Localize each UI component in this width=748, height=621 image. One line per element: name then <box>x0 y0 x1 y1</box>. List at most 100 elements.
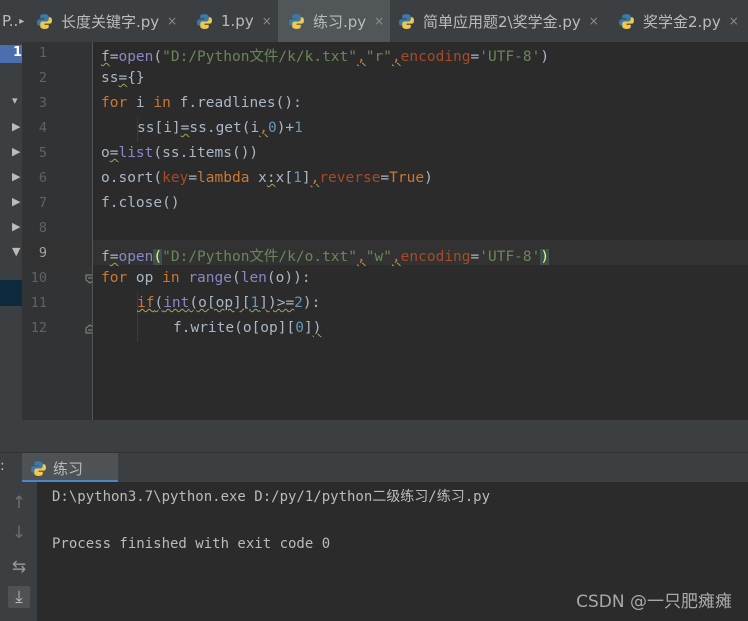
expand-arrow-icon[interactable]: ▶ <box>12 220 20 233</box>
python-file-icon <box>289 13 304 29</box>
token: 1 <box>294 120 303 136</box>
python-file-icon <box>197 13 212 29</box>
token: , <box>391 249 401 265</box>
code-line-4[interactable]: ss[i]=ss.get(i,0)+1 <box>137 120 303 136</box>
tab-length-keyword[interactable]: 长度关键字.py × <box>30 0 190 42</box>
expand-arrow-icon[interactable]: ▶ <box>12 195 20 208</box>
watermark-text: CSDN @一只肥瘫瘫 <box>576 592 732 612</box>
line-number: 1 <box>38 45 47 61</box>
code-line-3[interactable]: for i in f.readlines(): <box>101 95 302 111</box>
code-line-9[interactable]: f=open("D:/Python文件/k/o.txt","w",encodin… <box>101 245 550 266</box>
run-side-label: : <box>0 458 5 474</box>
tab-label: 1.py <box>221 12 254 30</box>
tab-1-py[interactable]: 1.py × <box>190 0 278 42</box>
token: key <box>162 170 189 186</box>
line-number: 7 <box>38 195 47 211</box>
token: len <box>240 270 267 286</box>
code-editor[interactable]: f=open("D:/Python文件/k/k.txt","r",encodin… <box>92 42 748 420</box>
code-line-5[interactable]: o=list(ss.items()) <box>101 145 258 161</box>
code-line-10[interactable]: for op in range(len(o)): <box>101 270 311 286</box>
token: 'UTF-8' <box>479 249 541 265</box>
expand-arrow-icon[interactable]: ▶ <box>12 120 20 133</box>
token: range <box>188 270 232 286</box>
token: for <box>101 270 128 286</box>
token: 1 <box>250 295 260 311</box>
token: ) <box>424 170 433 186</box>
line-number: 8 <box>38 220 47 236</box>
token: ss <box>101 70 119 86</box>
token: ) <box>312 320 322 336</box>
token: ) <box>540 49 550 65</box>
python-file-icon <box>31 460 46 476</box>
line-number: 11 <box>30 295 47 311</box>
token: ( <box>231 270 241 286</box>
selected-row[interactable] <box>0 280 22 306</box>
expand-arrow-icon[interactable]: ▶ <box>12 145 20 158</box>
close-icon[interactable]: × <box>729 14 739 28</box>
token: (o[op][ <box>189 295 251 311</box>
token: , <box>259 120 268 136</box>
run-panel-header: : 练习 <box>0 452 748 483</box>
token: "D:/Python文件/k/k.txt" <box>162 49 357 65</box>
token: ( <box>153 49 163 65</box>
strip-label: 1 <box>13 45 23 60</box>
close-icon[interactable]: × <box>262 14 272 28</box>
close-icon[interactable]: × <box>374 14 384 28</box>
token: = <box>380 170 390 186</box>
tab-scholarship2-py[interactable]: 奖学金2.py × <box>612 0 748 42</box>
token: = <box>470 249 480 265</box>
line-number: 2 <box>38 70 47 86</box>
token: 0 <box>295 320 304 336</box>
run-tab-label: 练习 <box>53 459 84 478</box>
token: f <box>101 249 110 265</box>
token: )+ <box>276 120 295 136</box>
run-console-output[interactable]: D:\python3.7\python.exe D:/py/1/python二级… <box>37 482 748 621</box>
tab-lianxi-py[interactable]: 练习.py × <box>278 0 390 42</box>
run-tab-lianxi[interactable]: 练习 <box>22 453 118 483</box>
code-line-12[interactable]: f.write(o[op][0]) <box>173 320 321 336</box>
down-arrow-icon[interactable]: ↓ <box>8 522 30 544</box>
expand-arrow-icon[interactable]: ▶ <box>12 170 20 183</box>
token: list <box>118 145 154 161</box>
token: ): <box>302 295 321 311</box>
token: , <box>310 170 320 186</box>
collapse-arrow-icon[interactable]: ▼ <box>12 245 20 258</box>
line-number: 5 <box>38 145 47 161</box>
code-line-6[interactable]: o.sort(key=lambda x:x[1],reverse=True) <box>101 170 433 186</box>
code-line-2[interactable]: ss={} <box>101 70 145 86</box>
token: "w" <box>365 249 392 265</box>
token: encoding <box>400 249 471 265</box>
tab-label: 练习.py <box>313 12 367 31</box>
token: {} <box>127 70 145 86</box>
token: for <box>101 95 128 111</box>
token: = <box>470 49 480 65</box>
line-number-gutter: 1 2 3 4 5 6 7 8 9 10 11 12 <box>22 42 95 420</box>
close-icon[interactable]: × <box>167 14 177 28</box>
token: in <box>162 270 180 286</box>
up-arrow-icon[interactable]: ↑ <box>8 492 30 514</box>
line-number: 10 <box>30 270 47 286</box>
token: "D:/Python文件/k/o.txt" <box>162 249 357 265</box>
tab-scholarship-2[interactable]: 简单应用题2\奖学金.py × <box>392 0 612 42</box>
token: f.readlines(): <box>170 95 302 111</box>
token: 1 <box>293 170 302 186</box>
token: : <box>266 170 276 186</box>
token-bracket-match: ( <box>153 249 163 265</box>
token: True <box>389 170 425 186</box>
expand-arrow-icon[interactable]: ▾ <box>12 94 18 107</box>
code-line-1[interactable]: f=open("D:/Python文件/k/k.txt","r",encodin… <box>101 45 549 66</box>
token: ] <box>303 320 313 336</box>
python-file-icon <box>619 13 634 29</box>
token: o <box>101 145 110 161</box>
tab-project-truncated[interactable]: P.. ▸ <box>0 0 30 42</box>
token: ss.get(i <box>189 120 260 136</box>
line-number: 4 <box>38 120 47 136</box>
token: 2 <box>294 295 303 311</box>
close-icon[interactable]: × <box>589 14 599 28</box>
code-line-7[interactable]: f.close() <box>101 195 180 211</box>
console-line-command: D:\python3.7\python.exe D:/py/1/python二级… <box>52 489 491 505</box>
scroll-to-end-icon[interactable]: ⤓ <box>8 586 30 608</box>
soft-wrap-icon[interactable]: ⇆ <box>8 556 30 578</box>
code-line-11[interactable]: if(int(o[op][1])>=2): <box>137 295 320 311</box>
token: 'UTF-8' <box>479 49 541 65</box>
